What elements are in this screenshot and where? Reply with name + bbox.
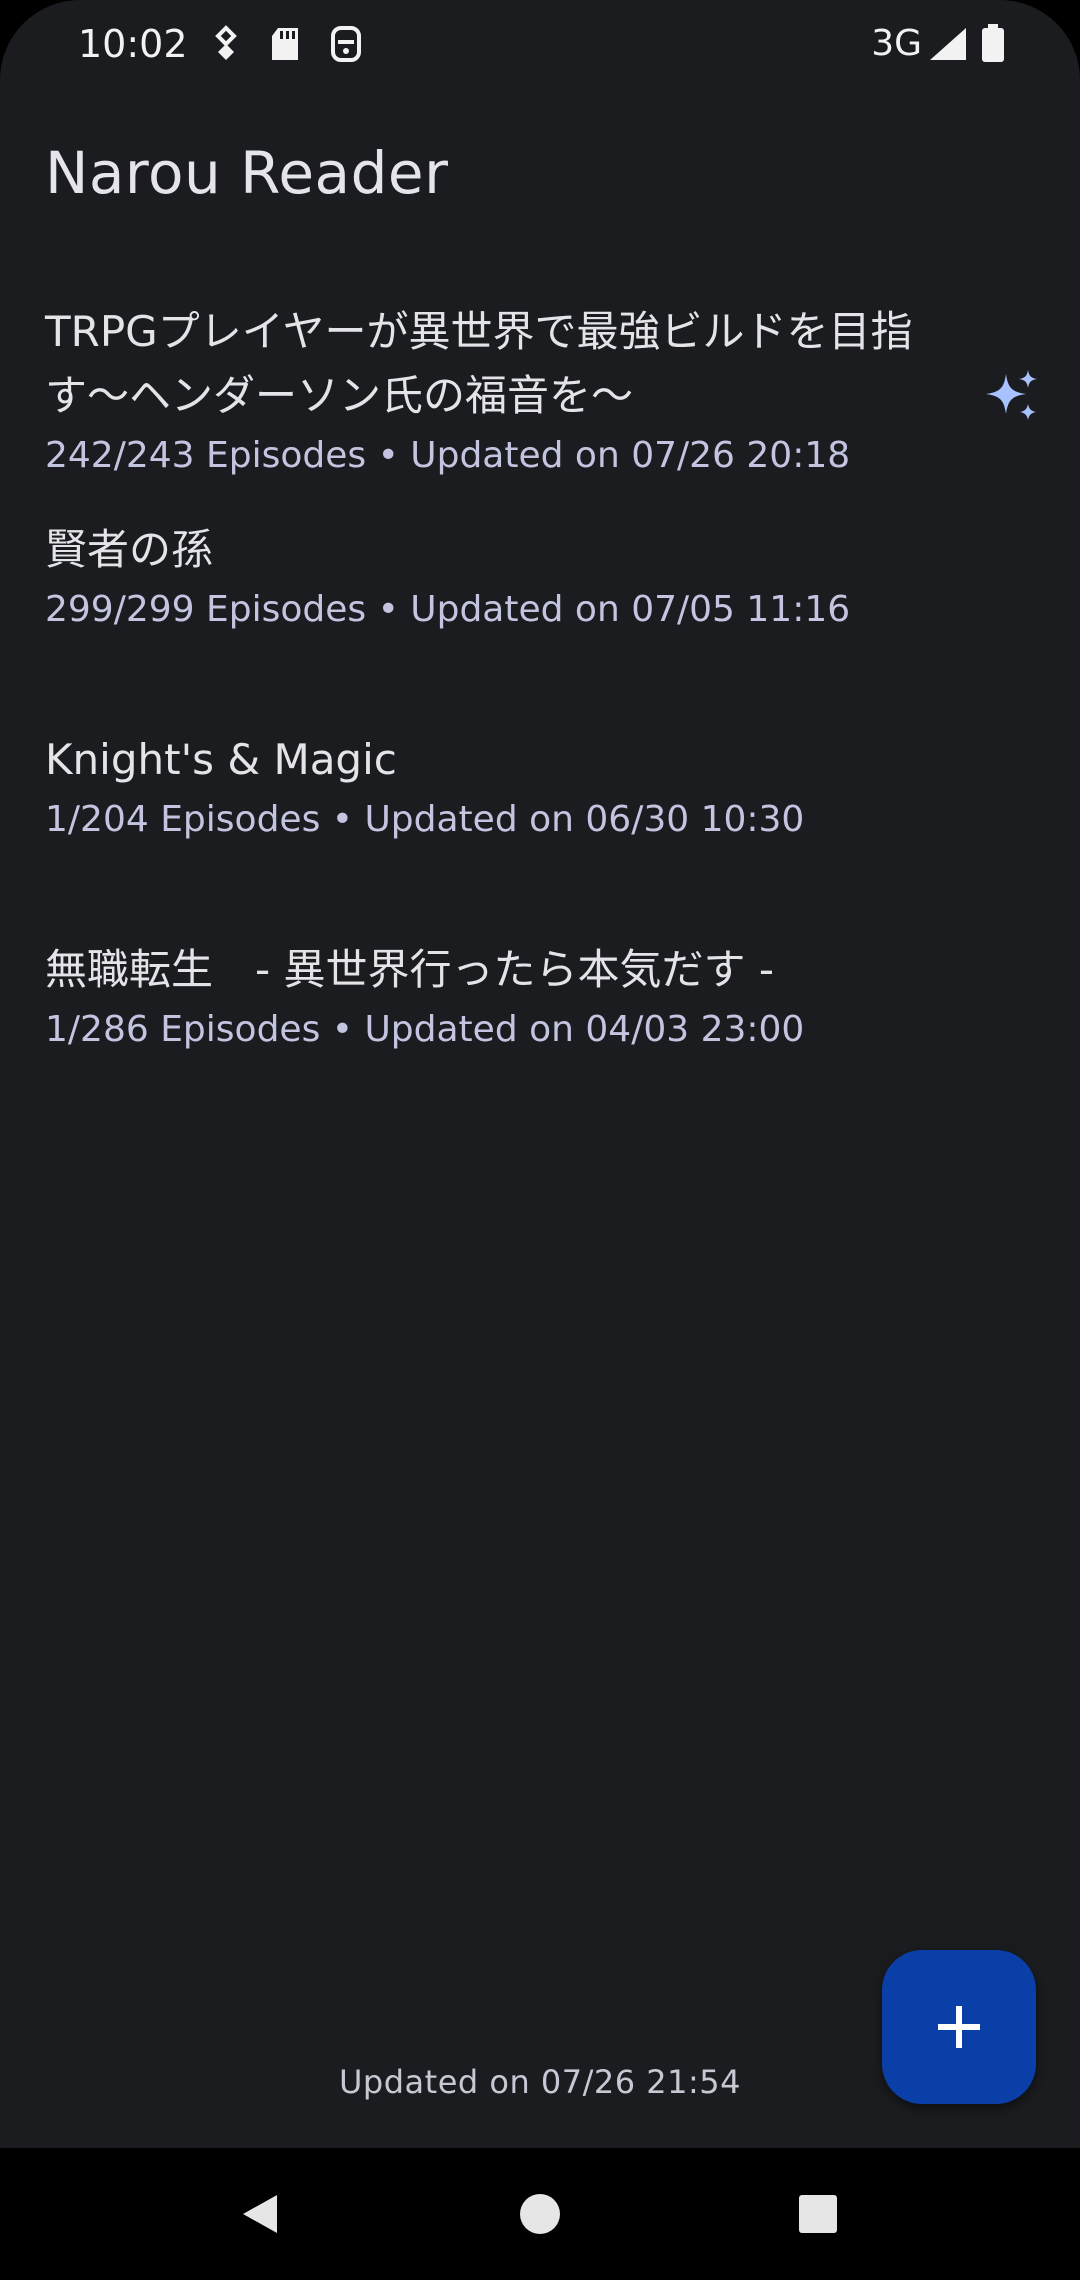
screen: 10:02 3G Narou Reader TRPGプレイヤーが異世界で最強ビル… (0, 0, 1080, 2280)
novel-meta: 299/299 Episodes • Updated on 07/05 11:1… (45, 589, 851, 630)
sparkle-icon (984, 368, 1040, 424)
novel-item[interactable]: 賢者の孫 299/299 Episodes • Updated on 07/05… (0, 490, 1080, 700)
novel-title: 賢者の孫 (45, 525, 214, 574)
app-title: Narou Reader (45, 139, 449, 207)
novel-meta: 1/204 Episodes • Updated on 06/30 10:30 (45, 799, 805, 840)
novel-title: TRPGプレイヤーが異世界で最強ビルドを目指す〜ヘンダーソン氏の福音を〜 (45, 307, 913, 420)
sd-card-icon (266, 22, 306, 66)
network-type: 3G (871, 23, 922, 64)
home-button[interactable] (502, 2176, 578, 2252)
novel-item[interactable]: TRPGプレイヤーが異世界で最強ビルドを目指す〜ヘンダーソン氏の福音を〜 242… (0, 280, 1080, 490)
recents-button[interactable] (780, 2176, 856, 2252)
add-novel-button[interactable] (882, 1950, 1036, 2104)
novel-meta: 242/243 Episodes • Updated on 07/26 20:1… (45, 435, 851, 476)
system-navigation-bar (0, 2148, 1080, 2280)
novel-meta: 1/286 Episodes • Updated on 04/03 23:00 (45, 1009, 805, 1050)
plus-icon (932, 2000, 986, 2054)
novel-item[interactable]: Knight's & Magic 1/204 Episodes • Update… (0, 700, 1080, 910)
signal-icon (926, 22, 972, 66)
back-button[interactable] (222, 2176, 298, 2252)
battery-icon (976, 22, 1010, 66)
notification-icon (326, 22, 366, 66)
recents-icon (797, 2193, 839, 2235)
back-icon (237, 2191, 283, 2237)
home-icon (518, 2192, 562, 2236)
novel-list: TRPGプレイヤーが異世界で最強ビルドを目指す〜ヘンダーソン氏の福音を〜 242… (0, 280, 1080, 1120)
status-time: 10:02 (78, 22, 188, 66)
status-bar: 10:02 3G (0, 0, 1080, 88)
novel-title: Knight's & Magic (45, 735, 397, 784)
vpn-key-icon (206, 22, 246, 66)
novel-item[interactable]: 無職転生 - 異世界行ったら本気だす - 1/286 Episodes • Up… (0, 910, 1080, 1120)
novel-title: 無職転生 - 異世界行ったら本気だす - (45, 945, 775, 994)
